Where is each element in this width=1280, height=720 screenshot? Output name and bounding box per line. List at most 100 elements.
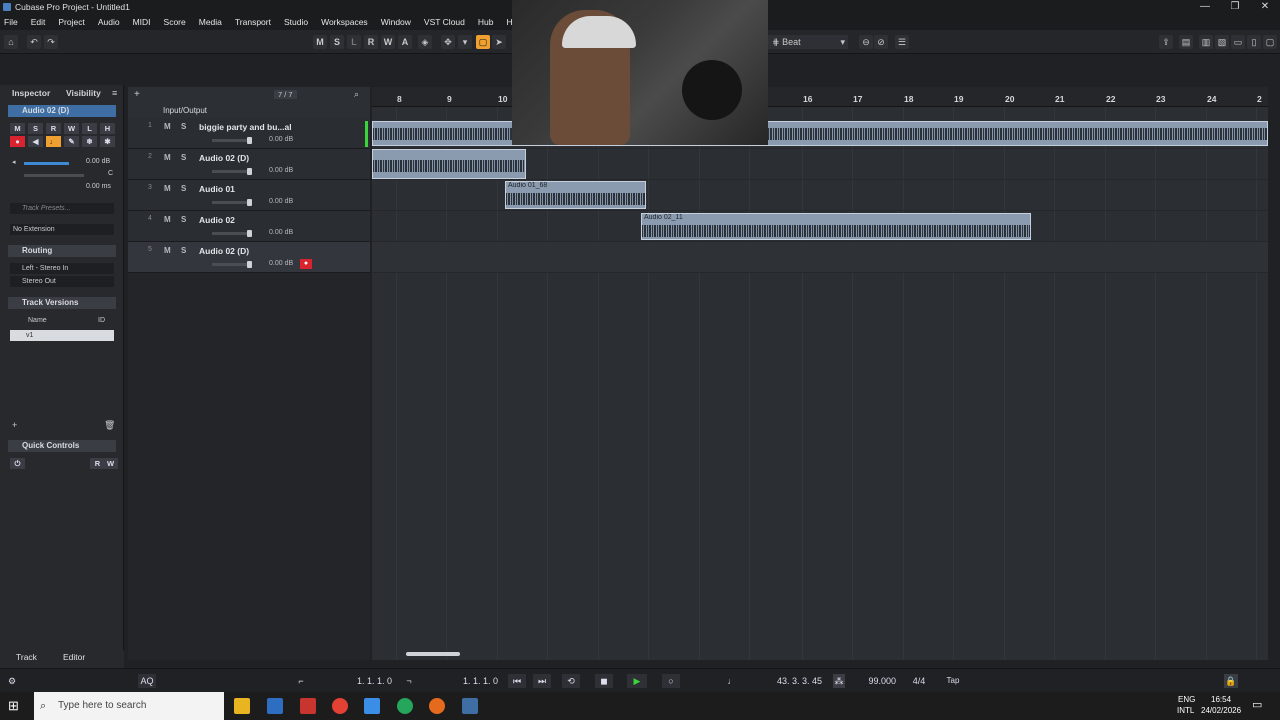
lock-button[interactable]: L — [82, 123, 97, 134]
menu-midi[interactable]: MIDI — [133, 17, 151, 27]
automation-state-button[interactable]: A — [398, 35, 412, 49]
keyboard-layout[interactable]: INTL — [1177, 706, 1194, 715]
solo-button[interactable]: S — [181, 215, 186, 224]
dropdown-arrow-icon[interactable]: ▾ — [458, 35, 472, 49]
volume-slider[interactable] — [212, 261, 252, 268]
cycle-icon[interactable]: ⟲ — [562, 674, 580, 688]
mute-button[interactable]: M — [10, 123, 25, 134]
go-to-end-icon[interactable]: ⏭ — [533, 674, 551, 688]
menu-file[interactable]: File — [4, 17, 18, 27]
timebase-icon[interactable]: ♩ — [46, 136, 61, 147]
track-volume[interactable]: 0.00 dB — [269, 136, 293, 143]
snap-icon[interactable]: ⊘ — [874, 35, 888, 49]
track-name[interactable]: Audio 02 (D) — [199, 153, 249, 163]
qc-write-button[interactable]: W — [103, 458, 118, 469]
zoom-icon[interactable]: ⊖ — [859, 35, 873, 49]
menu-media[interactable]: Media — [199, 17, 222, 27]
cubase-icon[interactable] — [462, 698, 478, 714]
menu-studio[interactable]: Studio — [284, 17, 308, 27]
track-volume[interactable]: 0.00 dB — [269, 167, 293, 174]
layout-full-icon[interactable]: ▢ — [1263, 35, 1277, 49]
write-state-button[interactable]: W — [381, 35, 395, 49]
audio-clip[interactable] — [372, 121, 1268, 146]
version-item[interactable]: v1 — [10, 330, 114, 341]
menu-workspaces[interactable]: Workspaces — [321, 17, 368, 27]
clock-time[interactable]: 16:54 — [1211, 695, 1231, 704]
redo-icon[interactable]: ↷ — [44, 35, 58, 49]
track-row[interactable]: 1 M S biggie party and bu...al 0.00 dB — [128, 118, 370, 149]
versions-col-id[interactable]: ID — [98, 317, 105, 324]
track-name[interactable]: biggie party and bu...al — [199, 122, 292, 132]
tab-editor[interactable]: Editor — [63, 652, 85, 662]
track-presets-select[interactable]: Track Presets... — [10, 203, 114, 214]
routing-output-select[interactable]: Stereo Out — [10, 276, 114, 287]
quick-controls-section[interactable]: Quick Controls — [8, 440, 116, 452]
tap-tempo-button[interactable]: Tap — [940, 674, 966, 688]
mute-state-button[interactable]: M — [313, 35, 327, 49]
menu-transport[interactable]: Transport — [235, 17, 271, 27]
close-button[interactable]: ✕ — [1250, 0, 1280, 14]
delay-value[interactable]: 0.00 ms — [86, 183, 111, 190]
grid-type-select[interactable]: ⋕ Beat ▾ — [768, 35, 848, 49]
settings-icon[interactable]: ✱ — [100, 136, 115, 147]
settings-icon[interactable]: ⚙ — [5, 674, 19, 688]
power-icon[interactable]: ⏻ — [10, 458, 25, 469]
volume-slider[interactable] — [212, 199, 252, 206]
menu-project[interactable]: Project — [58, 17, 84, 27]
menu-hub[interactable]: Hub — [478, 17, 494, 27]
routing-section[interactable]: Routing — [8, 245, 116, 257]
quantize-icon[interactable]: ☰ — [895, 35, 909, 49]
record-icon[interactable]: ○ — [662, 674, 680, 688]
menu-score[interactable]: Score — [164, 17, 186, 27]
track-name[interactable]: Audio 01 — [199, 184, 235, 194]
freeze-icon[interactable]: ❄ — [82, 136, 97, 147]
extension-select[interactable]: No Extension — [10, 224, 114, 235]
stop-icon[interactable]: ◼ — [595, 674, 613, 688]
arrange-window[interactable]: 8 9 10 16 17 18 19 20 21 22 23 24 2 Audi… — [372, 87, 1268, 660]
solo-button[interactable]: S — [181, 153, 186, 162]
right-locator[interactable]: 1. 1. 1. 0 — [418, 674, 498, 688]
listen-state-button[interactable]: L — [347, 35, 361, 49]
metronome-icon[interactable]: ♩ — [726, 674, 738, 688]
track-row[interactable]: 5 M S Audio 02 (D) 0.00 dB ● — [128, 242, 370, 273]
menu-vst-cloud[interactable]: VST Cloud — [424, 17, 465, 27]
add-icon[interactable]: + — [12, 420, 17, 430]
solo-state-button[interactable]: S — [330, 35, 344, 49]
maximize-button[interactable]: ❐ — [1220, 0, 1250, 14]
track-volume[interactable]: 0.00 dB — [269, 260, 293, 267]
audio-clip[interactable]: Audio 02_11 — [641, 213, 1031, 240]
aq-button[interactable]: AQ — [138, 674, 156, 688]
add-track-icon[interactable]: + — [134, 89, 140, 100]
track-versions-section[interactable]: Track Versions — [8, 297, 116, 309]
solo-button[interactable]: S — [181, 122, 186, 131]
volume-slider[interactable] — [212, 137, 252, 144]
track-lane[interactable] — [372, 242, 1268, 273]
audio-clip[interactable] — [372, 149, 526, 179]
horizontal-scrollbar[interactable] — [406, 652, 460, 656]
tempo-value[interactable]: 99.000 — [850, 674, 896, 688]
folder-track[interactable]: Input/Output — [128, 103, 370, 118]
notification-icon[interactable]: ▭ — [1252, 698, 1262, 711]
app-icon[interactable] — [300, 698, 316, 714]
clock-date[interactable]: 24/02/2026 — [1201, 706, 1241, 715]
inspector-track-name[interactable]: Audio 02 (D) — [8, 105, 116, 117]
hide-button[interactable]: H — [100, 123, 115, 134]
layout-left-icon[interactable]: ▥ — [1199, 35, 1213, 49]
left-locator[interactable]: 1. 1. 1. 0 — [312, 674, 392, 688]
routing-input-select[interactable]: Left - Stereo In — [10, 263, 114, 274]
track-name[interactable]: Audio 02 — [199, 215, 235, 225]
versions-col-name[interactable]: Name — [28, 317, 47, 324]
mute-button[interactable]: M — [164, 153, 171, 162]
menu-edit[interactable]: Edit — [31, 17, 46, 27]
file-explorer-icon[interactable] — [234, 698, 250, 714]
chrome-icon[interactable] — [332, 698, 348, 714]
delete-icon[interactable]: 🗑 — [104, 420, 115, 431]
track-volume[interactable]: 0.00 dB — [269, 229, 293, 236]
track-row[interactable]: 2 M S Audio 02 (D) 0.00 dB — [128, 149, 370, 180]
tempo-track-icon[interactable]: ⁂ — [833, 674, 845, 688]
solo-button[interactable]: S — [181, 246, 186, 255]
home-icon[interactable]: ⌂ — [4, 35, 18, 49]
automation-icon[interactable]: ◈ — [418, 35, 432, 49]
layout-inspector-icon[interactable]: ▧ — [1215, 35, 1229, 49]
tab-track[interactable]: Track — [16, 652, 37, 662]
